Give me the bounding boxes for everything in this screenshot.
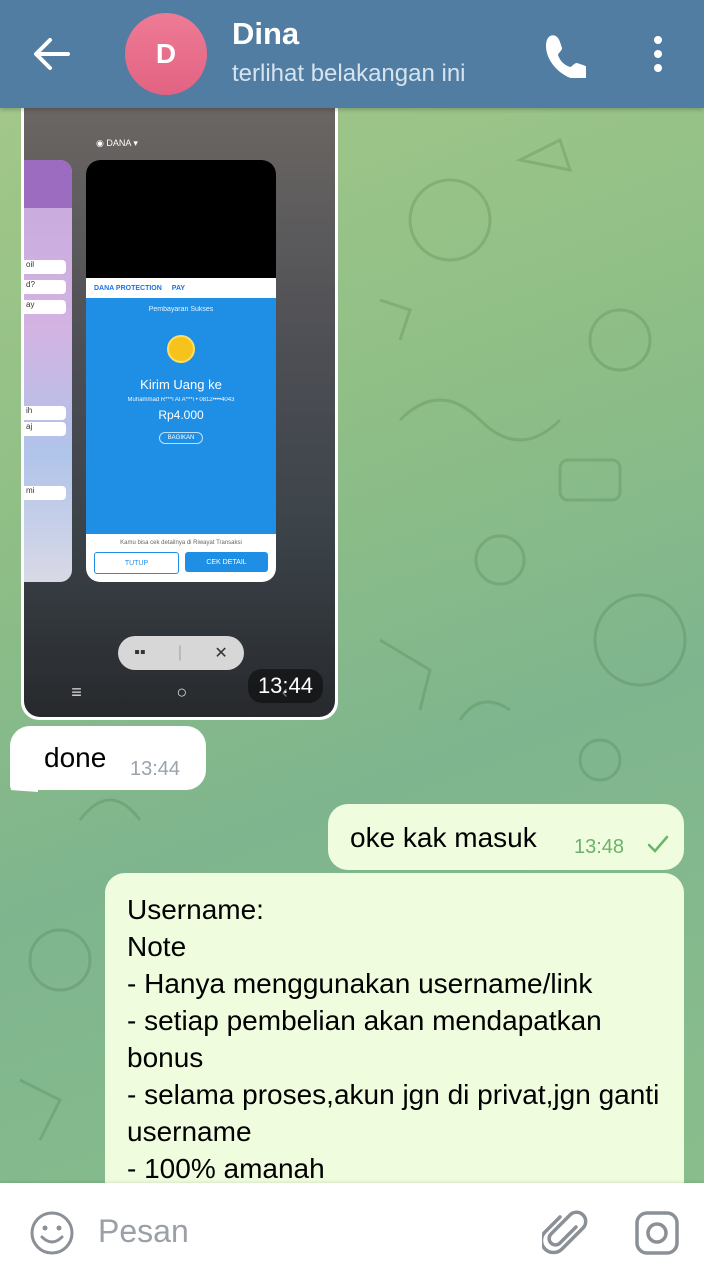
message-text: Username: Note - Hanya menggunakan usern… — [127, 894, 660, 1184]
chat-title[interactable]: Dina — [232, 16, 299, 52]
camera-icon[interactable] — [633, 1209, 681, 1257]
image-message[interactable]: ◉ DANA ▾ oil d? ay ih aj mi DANA PROTECT… — [21, 100, 338, 720]
back-arrow-icon[interactable] — [28, 32, 76, 76]
outgoing-message[interactable]: oke kak masuk 13:48 — [328, 804, 684, 870]
recents-telegram-card: oil d? ay ih aj mi — [24, 160, 72, 582]
shared-screenshot: ◉ DANA ▾ oil d? ay ih aj mi DANA PROTECT… — [24, 100, 335, 717]
message-input[interactable]: Pesan — [98, 1213, 189, 1250]
chat-header: D Dina terlihat belakangan ini — [0, 0, 704, 108]
phone-icon[interactable] — [542, 30, 586, 78]
emoji-icon[interactable] — [28, 1209, 76, 1257]
outgoing-message[interactable]: Username: Note - Hanya menggunakan usern… — [105, 873, 684, 1203]
double-check-icon — [647, 835, 669, 853]
message-input-bar: Pesan — [0, 1183, 704, 1280]
avatar[interactable]: D — [125, 13, 207, 95]
last-seen-status: terlihat belakangan ini — [232, 60, 466, 87]
attach-icon[interactable] — [542, 1209, 588, 1259]
message-time: 13:44 — [130, 758, 181, 780]
recents-pill: ▪▪ | ✕ — [118, 636, 244, 670]
message-text: done — [44, 742, 107, 773]
recents-app-label: ◉ DANA ▾ — [96, 138, 138, 148]
more-vert-icon[interactable] — [640, 34, 676, 74]
message-time: 13:44 — [247, 669, 323, 703]
message-time: 13:48 — [574, 836, 625, 858]
recents-dana-card: DANA PROTECTION PAY Pembayaran Sukses Kir… — [86, 160, 276, 582]
message-text: oke kak masuk — [350, 822, 537, 853]
incoming-message[interactable]: done 13:44 — [10, 726, 206, 790]
